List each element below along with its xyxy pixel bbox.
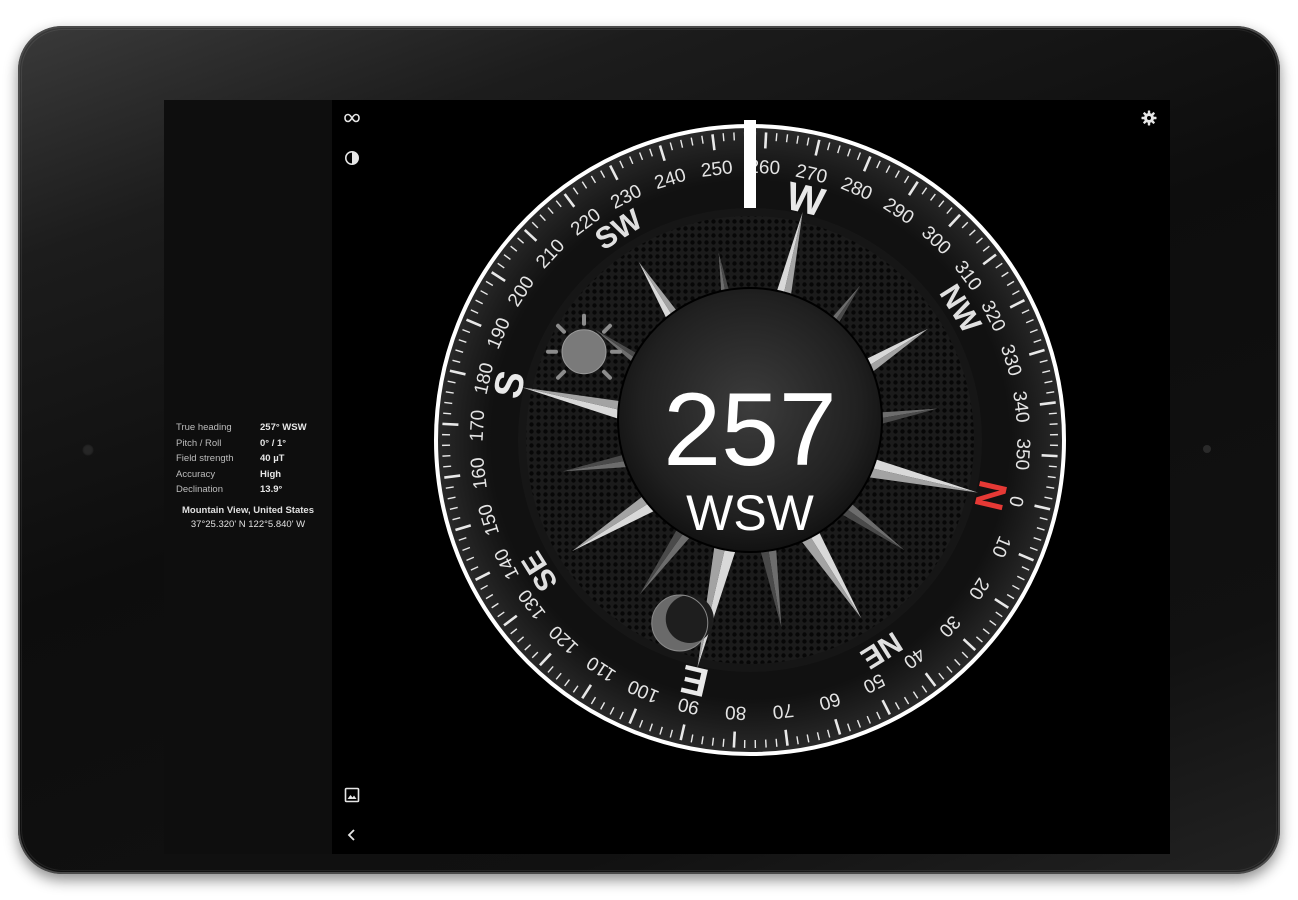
info-value: 257° WSW <box>260 422 307 433</box>
gear-icon[interactable] <box>1140 109 1158 127</box>
info-row-accuracy: Accuracy High <box>176 467 307 483</box>
heading-direction: WSW <box>686 485 815 541</box>
location-name: Mountain View, United States <box>182 505 314 516</box>
tick-mark <box>442 422 459 427</box>
tick-mark <box>1047 475 1056 479</box>
info-label: Accuracy <box>176 468 216 480</box>
info-value: High <box>260 468 282 480</box>
location-block: Mountain View, United States 37°25.320' … <box>164 504 332 532</box>
degree-label: 70 <box>771 699 795 722</box>
info-panel: True heading 257° WSW Pitch / Roll 0° / … <box>164 100 332 854</box>
contrast-icon[interactable] <box>343 149 361 167</box>
heading-degrees: 257 <box>663 372 837 488</box>
heading-marker <box>744 120 756 208</box>
tick-mark <box>1048 465 1057 468</box>
tick-mark <box>785 134 789 143</box>
infinity-icon[interactable] <box>343 109 361 127</box>
info-label: Declination <box>176 484 223 495</box>
tick-mark <box>444 401 453 405</box>
info-row-pitch-roll: Pitch / Roll 0° / 1° <box>176 436 307 452</box>
tick-mark <box>443 412 452 415</box>
tick-mark <box>763 132 768 149</box>
tick-mark <box>711 737 715 746</box>
info-row-true-heading: True heading 257° WSW <box>176 420 307 436</box>
degree-label: 250 <box>700 157 734 182</box>
tick-mark <box>732 731 737 748</box>
info-label: Field strength <box>176 453 234 464</box>
app-screen: True heading 257° WSW Pitch / Roll 0° / … <box>164 100 1170 854</box>
tick-mark <box>443 465 452 468</box>
tick-mark <box>722 133 725 142</box>
chevron-left-icon[interactable] <box>343 826 361 844</box>
sensor-info-table: True heading 257° WSW Pitch / Roll 0° / … <box>176 420 307 498</box>
degree-label: 340 <box>1008 390 1033 424</box>
degree-label: 80 <box>725 701 747 723</box>
info-row-field-strength: Field strength 40 µT <box>176 451 307 467</box>
tablet-device: True heading 257° WSW Pitch / Roll 0° / … <box>18 26 1280 874</box>
proximity-sensor <box>1203 445 1211 453</box>
compass-dial[interactable]: 0102030405060708090100110120130140150160… <box>430 120 1070 760</box>
image-icon[interactable] <box>343 786 361 804</box>
tick-mark <box>1048 412 1057 415</box>
front-camera <box>82 444 94 456</box>
info-value: 13.9° <box>260 484 283 495</box>
info-label: True heading <box>176 422 232 433</box>
degree-label: 350 <box>1011 438 1034 471</box>
tick-mark <box>1041 453 1058 458</box>
tick-mark <box>775 133 778 142</box>
degree-label: 160 <box>467 456 492 490</box>
info-row-declination: Declination 13.9° <box>176 482 307 498</box>
info-value: 0° / 1° <box>260 437 287 449</box>
info-label: Pitch / Roll <box>176 437 222 449</box>
tick-mark <box>722 738 725 747</box>
degree-label: 170 <box>467 409 490 442</box>
location-coordinates: 37°25.320' N 122°5.840' W <box>190 519 306 530</box>
info-value: 40 µT <box>260 453 285 464</box>
tick-mark <box>775 738 778 747</box>
